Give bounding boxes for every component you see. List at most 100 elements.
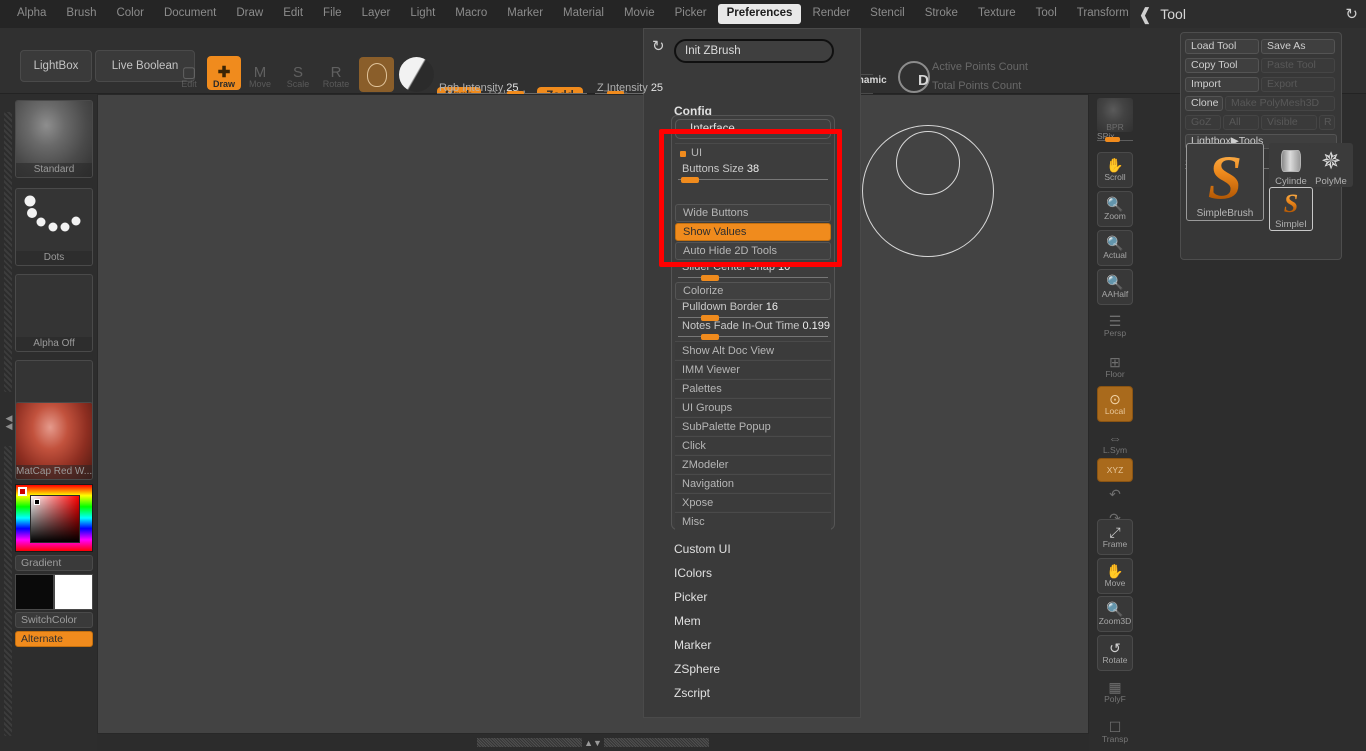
material-selector[interactable]: MatCap Red W... bbox=[15, 402, 93, 480]
menu-render[interactable]: Render bbox=[803, 4, 859, 24]
transparency-button[interactable]: ☐ Transp bbox=[1097, 714, 1133, 750]
menu-document[interactable]: Document bbox=[155, 4, 225, 24]
menu-item-zsphere[interactable]: ZSphere bbox=[674, 657, 850, 681]
actual-size-button[interactable]: 🔍 Actual bbox=[1097, 230, 1133, 266]
buttons-size-slider[interactable]: Buttons Size 38 bbox=[675, 163, 831, 183]
menu-tool[interactable]: Tool bbox=[1027, 4, 1066, 24]
export-button[interactable]: Export bbox=[1261, 77, 1335, 92]
perspective-button[interactable]: ☰ Persp bbox=[1097, 308, 1133, 344]
lightbox-button[interactable]: LightBox bbox=[20, 50, 92, 82]
show-values-toggle[interactable]: Show Values bbox=[675, 223, 831, 241]
menu-edit[interactable]: Edit bbox=[274, 4, 312, 24]
menu-light[interactable]: Light bbox=[401, 4, 444, 24]
menu-color[interactable]: Color bbox=[107, 4, 152, 24]
menu-alpha[interactable]: Alpha bbox=[8, 4, 55, 24]
scroll-button[interactable]: ✋ Scroll bbox=[1097, 152, 1133, 188]
menu-texture[interactable]: Texture bbox=[969, 4, 1025, 24]
aahalf-button[interactable]: 🔍 AAHalf bbox=[1097, 269, 1133, 305]
misc-item[interactable]: Misc bbox=[675, 512, 831, 530]
rotate-3d-button[interactable]: ↺ Rotate bbox=[1097, 635, 1133, 671]
menu-brush[interactable]: Brush bbox=[57, 4, 105, 24]
click-item[interactable]: Click bbox=[675, 436, 831, 454]
menu-stencil[interactable]: Stencil bbox=[861, 4, 914, 24]
menu-picker[interactable]: Picker bbox=[666, 4, 716, 24]
ui-toggle-row[interactable]: UI bbox=[675, 143, 831, 161]
spix-slider[interactable]: SPix bbox=[1097, 134, 1133, 146]
local-symmetry-button[interactable]: ⇔ L.Sym bbox=[1097, 425, 1133, 461]
menu-item-marker[interactable]: Marker bbox=[674, 633, 850, 657]
menu-item-picker[interactable]: Picker bbox=[674, 585, 850, 609]
import-button[interactable]: Import bbox=[1185, 77, 1259, 92]
notes-fade-time-slider[interactable]: Notes Fade In-Out Time 0.199 bbox=[675, 320, 831, 340]
tool-thumb-cylinder3d[interactable]: Cylinde bbox=[1269, 143, 1313, 187]
copy-tool-button[interactable]: Copy Tool bbox=[1185, 58, 1259, 73]
slider-center-snap-slider[interactable]: Slider Center Snap 10 bbox=[675, 261, 831, 281]
left-tray-grip-bottom[interactable] bbox=[4, 446, 12, 736]
tool-thumb-simplebrush[interactable]: S SimpleBrush bbox=[1186, 143, 1264, 221]
goz-r-button[interactable]: R bbox=[1319, 115, 1335, 130]
auto-hide-2d-tools-toggle[interactable]: Auto Hide 2D Tools bbox=[675, 242, 831, 260]
menu-transform[interactable]: Transform bbox=[1068, 4, 1138, 24]
save-as-button[interactable]: Save As bbox=[1261, 39, 1335, 54]
stroke-selector[interactable]: Dots bbox=[15, 188, 93, 266]
xpose-item[interactable]: Xpose bbox=[675, 493, 831, 511]
color-swatch-pair[interactable] bbox=[15, 574, 93, 610]
show-alt-doc-view-item[interactable]: Show Alt Doc View bbox=[675, 341, 831, 359]
material-sphere-icon[interactable] bbox=[359, 57, 394, 92]
subpalette-popup-item[interactable]: SubPalette Popup bbox=[675, 417, 831, 435]
switch-color-icon[interactable] bbox=[399, 57, 434, 92]
move-button[interactable]: ✋ Move bbox=[1097, 558, 1133, 594]
pulldown-border-slider[interactable]: Pulldown Border 16 bbox=[675, 301, 831, 321]
menu-file[interactable]: File bbox=[314, 4, 351, 24]
menu-item-zscript[interactable]: Zscript bbox=[674, 681, 850, 705]
refresh-icon[interactable]: ↻ bbox=[1345, 5, 1358, 23]
menu-stroke[interactable]: Stroke bbox=[916, 4, 967, 24]
switchcolor-button[interactable]: SwitchColor bbox=[15, 612, 93, 628]
navigation-item[interactable]: Navigation bbox=[675, 474, 831, 492]
xyz-button[interactable]: XYZ bbox=[1097, 458, 1133, 482]
left-tray-grip-top[interactable] bbox=[4, 112, 12, 392]
rotate-mode-button[interactable]: R Rotate bbox=[319, 56, 353, 90]
menu-marker[interactable]: Marker bbox=[498, 4, 552, 24]
clone-button[interactable]: Clone bbox=[1185, 96, 1223, 111]
frame-button[interactable]: ⤢ Frame bbox=[1097, 519, 1133, 555]
menu-material[interactable]: Material bbox=[554, 4, 613, 24]
gradient-button[interactable]: Gradient bbox=[15, 555, 93, 571]
menu-item-icolors[interactable]: IColors bbox=[674, 561, 850, 585]
color-picker[interactable] bbox=[15, 484, 93, 552]
make-polymesh3d-button[interactable]: Make PolyMesh3D bbox=[1225, 96, 1335, 111]
reload-icon[interactable]: ↻ bbox=[652, 37, 665, 55]
menu-item-mem[interactable]: Mem bbox=[674, 609, 850, 633]
imm-viewer-item[interactable]: IMM Viewer bbox=[675, 360, 831, 378]
rotate-ccw-button[interactable]: ↶ bbox=[1097, 482, 1133, 506]
goz-all-button[interactable]: All bbox=[1223, 115, 1259, 130]
goz-visible-button[interactable]: Visible bbox=[1261, 115, 1317, 130]
polyframe-button[interactable]: ▦ PolyF bbox=[1097, 674, 1133, 710]
goz-button[interactable]: GoZ bbox=[1185, 115, 1221, 130]
alternate-button[interactable]: Alternate bbox=[15, 631, 93, 647]
load-tool-button[interactable]: Load Tool bbox=[1185, 39, 1259, 54]
menu-layer[interactable]: Layer bbox=[353, 4, 400, 24]
colorize-toggle[interactable]: Colorize bbox=[675, 282, 831, 300]
scrollbar-grip-left[interactable] bbox=[477, 738, 582, 747]
ui-groups-item[interactable]: UI Groups bbox=[675, 398, 831, 416]
bpr-render-button[interactable]: BPR bbox=[1097, 98, 1133, 132]
canvas-horizontal-scrollbar[interactable]: ▲▼ bbox=[97, 734, 1089, 751]
brush-selector[interactable]: Standard bbox=[15, 100, 93, 178]
edit-mode-button[interactable]: ▢ Edit bbox=[172, 56, 206, 90]
wide-buttons-toggle[interactable]: Wide Buttons bbox=[675, 204, 831, 222]
menu-macro[interactable]: Macro bbox=[446, 4, 496, 24]
menu-item-custom-ui[interactable]: Custom UI bbox=[674, 537, 850, 561]
draw-mode-button[interactable]: ✚ Draw bbox=[207, 56, 241, 90]
document-canvas[interactable] bbox=[97, 94, 1089, 734]
init-zbrush-button[interactable]: Init ZBrush bbox=[674, 39, 834, 63]
floor-button[interactable]: ⊞ Floor bbox=[1097, 349, 1133, 385]
scale-mode-button[interactable]: S Scale bbox=[281, 56, 315, 90]
alpha-selector[interactable]: Alpha Off bbox=[15, 274, 93, 352]
zmodeler-item[interactable]: ZModeler bbox=[675, 455, 831, 473]
scroll-up-down-arrows-icon[interactable]: ▲▼ bbox=[584, 738, 602, 748]
paste-tool-button[interactable]: Paste Tool bbox=[1261, 58, 1335, 73]
local-button[interactable]: ⊙ Local bbox=[1097, 386, 1133, 422]
menu-preferences[interactable]: Preferences bbox=[718, 4, 802, 24]
interface-subpanel-header[interactable]: Interface bbox=[675, 119, 831, 139]
